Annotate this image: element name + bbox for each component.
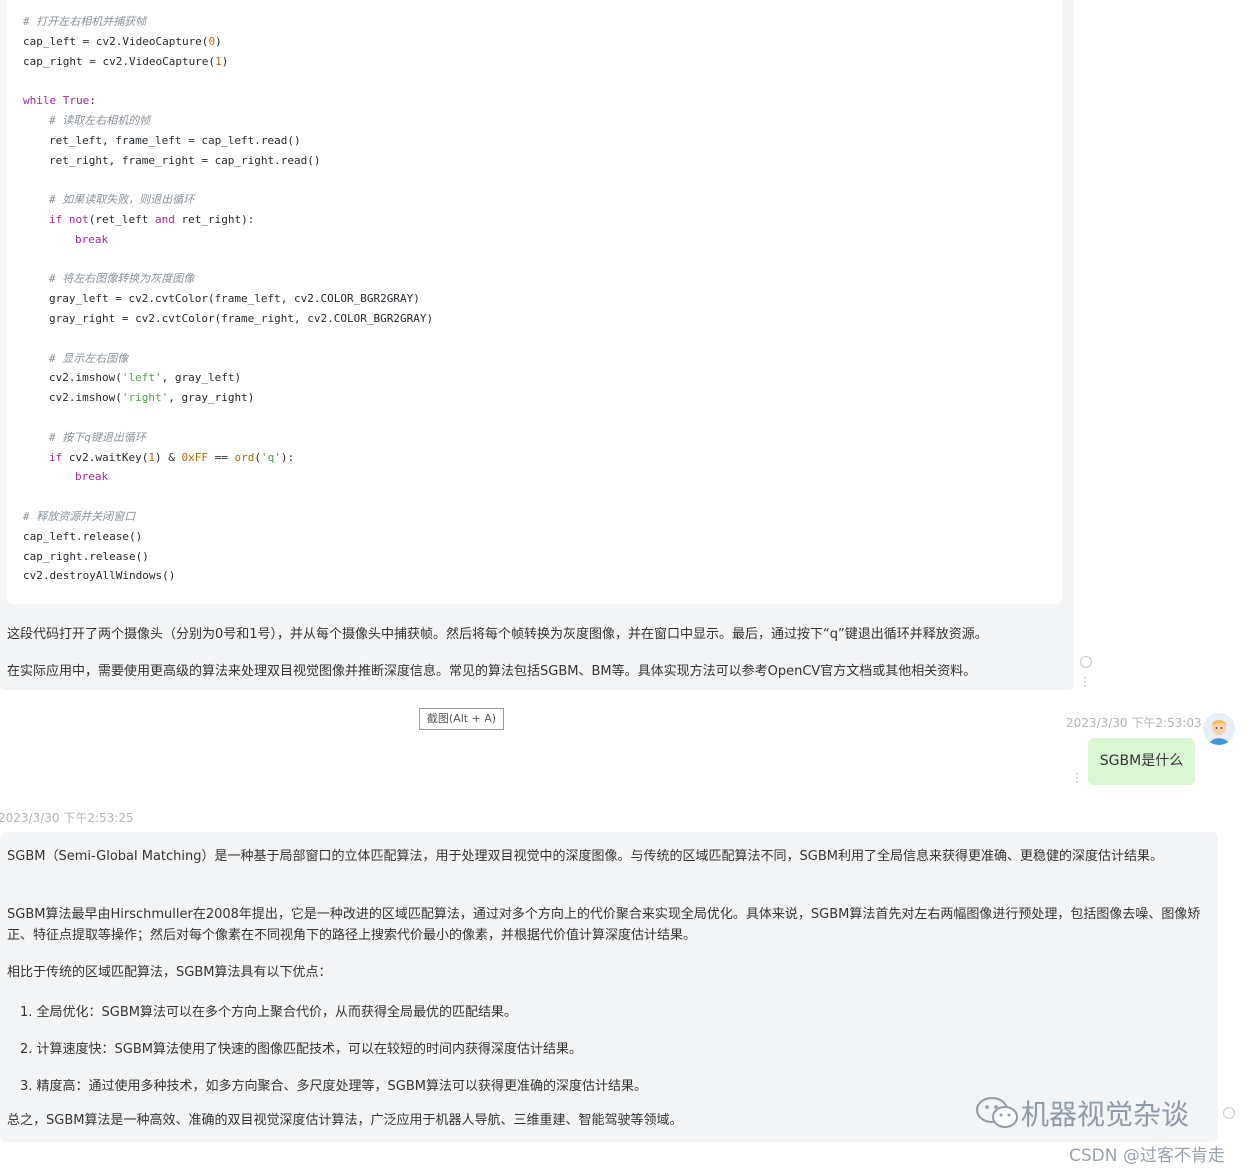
code-line: cap_right.release(): [23, 549, 149, 563]
code-line: gray_right = cv2.cvtColor(frame_right, c…: [49, 312, 434, 325]
code-line: ret_left, frame_left = cap_left.read(): [49, 133, 301, 147]
code-line: # 打开左右相机并捕获帧: [23, 15, 147, 28]
avatar-icon: [1203, 713, 1235, 745]
code-line: cap_right = cv2.VideoCapture(1): [23, 54, 229, 68]
code-block: # 打开左右相机并捕获帧 cap_left = cv2.VideoCapture(…: [7, 0, 1062, 604]
code-line: cv2.imshow('left', gray_left): [49, 371, 242, 385]
watermark: 机器视觉杂谈: [975, 1093, 1189, 1133]
screenshot-button[interactable]: 截图(Alt + A): [419, 708, 504, 730]
code-line: # 显示左右图像: [49, 351, 129, 365]
answer1-paragraph-2: 在实际应用中，需要使用更高级的算法来处理双目视觉图像并推断深度信息。常见的算法包…: [7, 664, 977, 679]
wechat-icon: [976, 1097, 1018, 1128]
code-line: # 读取左右相机的帧: [49, 114, 151, 127]
code-line: cv2.destroyAllWindows(): [23, 569, 176, 583]
answer2-paragraph-2: SGBM算法最早由Hirschmuller在2008年提出，它是一种改进的区域匹…: [7, 907, 1201, 943]
list-item: 2. 计算速度快：SGBM算法使用了快速的图像匹配技术，可以在较短的时间内获得深…: [20, 1042, 582, 1057]
code-line: # 按下q键退出循环: [49, 430, 146, 444]
code-line: if not(ret_left and ret_right):: [49, 213, 255, 226]
code-line: break: [75, 232, 109, 246]
watermark-title: 机器视觉杂谈: [1021, 1098, 1190, 1131]
code-line: break: [75, 470, 109, 484]
list-item: 3. 精度高：通过使用多种技术，如多方向聚合、多尺度处理等，SGBM算法可以获得…: [20, 1079, 647, 1094]
user-message-bubble: SGBM是什么: [1088, 738, 1195, 785]
code-line: # 将左右图像转换为灰度图像: [49, 272, 195, 286]
assistant-message-1: # 打开左右相机并捕获帧 cap_left = cv2.VideoCapture(…: [0, 0, 1074, 690]
code-line: cap_left = cv2.VideoCapture(0): [23, 34, 222, 48]
code-line: cap_left.release(): [23, 529, 143, 543]
assistant-timestamp: 2023/3/30 下午2:53:25: [0, 811, 134, 825]
list-item: 1. 全局优化：SGBM算法可以在多个方向上聚合代价，从而获得全局最优的匹配结果…: [20, 1005, 517, 1020]
status-circle-icon[interactable]: [1080, 656, 1092, 668]
more-dots-icon[interactable]: · · ·: [1082, 672, 1088, 692]
code-line: gray_left = cv2.cvtColor(frame_left, cv2…: [49, 292, 420, 306]
code-line: # 释放资源并关闭窗口: [23, 510, 136, 523]
code-line: if cv2.waitKey(1) & 0xFF == ord('q'):: [49, 450, 295, 464]
status-circle-icon[interactable]: [1223, 1107, 1235, 1119]
avatar[interactable]: [1203, 713, 1235, 745]
answer2-paragraph-1: SGBM（Semi-Global Matching）是一种基于局部窗口的立体匹配…: [7, 849, 1163, 864]
code-line: # 如果读取失败，则退出循环: [49, 193, 195, 207]
code-line: cv2.imshow('right', gray_right): [49, 391, 255, 405]
code-line: while True:: [23, 94, 96, 108]
more-dots-icon[interactable]: · · ·: [1074, 768, 1080, 788]
code-line: ret_right, frame_right = cap_right.read(…: [49, 153, 321, 167]
answer2-paragraph-3: 相比于传统的区域匹配算法，SGBM算法具有以下优点：: [7, 965, 332, 980]
watermark-author: CSDN @过客不肯走: [1069, 1146, 1225, 1166]
answer1-paragraph-1: 这段代码打开了两个摄像头（分别为0号和1号），并从每个摄像头中捕获帧。然后将每个…: [7, 627, 988, 642]
user-timestamp: 2023/3/30 下午2:53:03: [1066, 716, 1202, 730]
